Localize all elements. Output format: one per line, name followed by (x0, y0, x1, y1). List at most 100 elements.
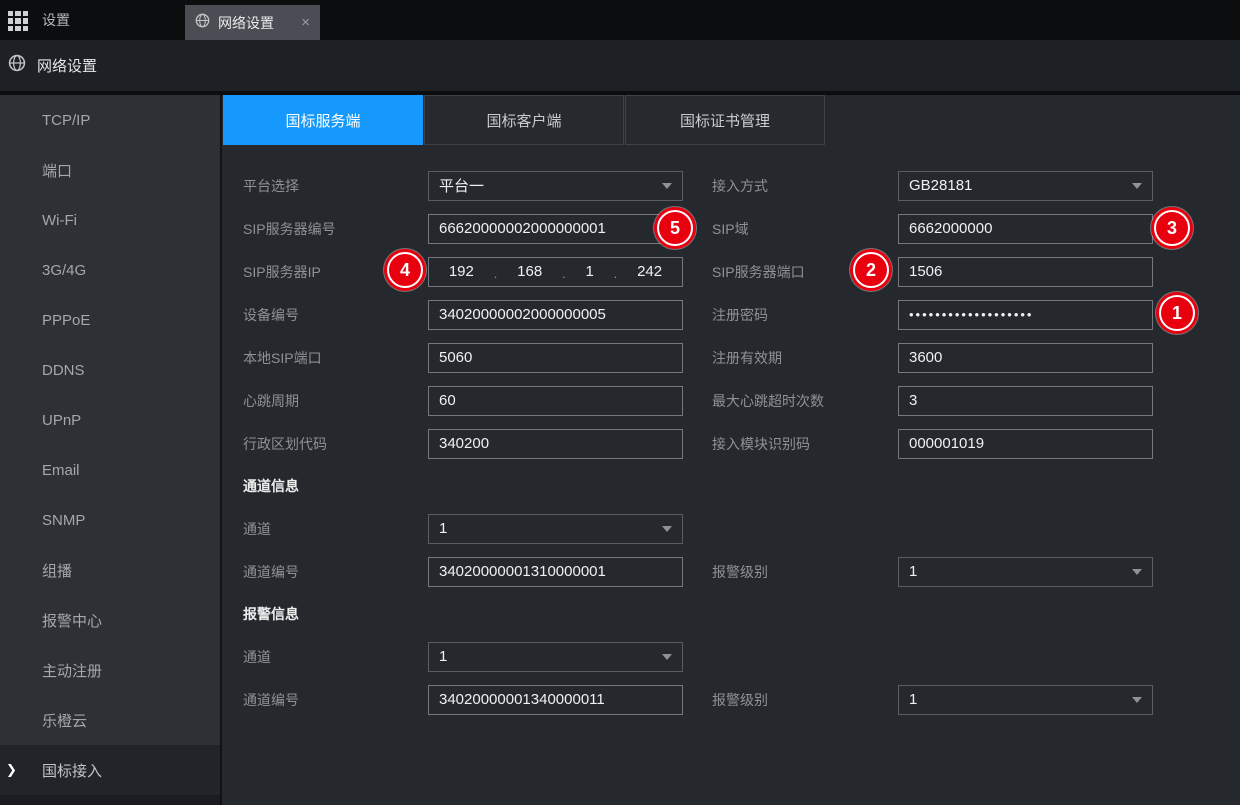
dropdown-value: 1 (439, 648, 447, 665)
sidebar-item-alarm-center[interactable]: 报警中心 (0, 595, 220, 645)
sidebar-item-upnp[interactable]: UPnP (0, 395, 220, 445)
globe-icon (195, 13, 210, 33)
dropdown-value: GB28181 (909, 177, 972, 194)
sidebar-item-email[interactable]: Email (0, 445, 220, 495)
alarm-channel-id-input[interactable] (428, 685, 683, 715)
platform-select-label: 平台选择 (243, 176, 428, 196)
section-row: 报警信息 (222, 593, 1240, 635)
sidebar-item-wifi[interactable]: Wi-Fi (0, 195, 220, 245)
tab-settings[interactable]: 设置 (42, 0, 70, 40)
alarm-level-dropdown[interactable]: 1 (898, 685, 1153, 715)
tab-network-settings[interactable]: 网络设置 × (185, 5, 320, 40)
sip-domain-label: SIP域 (712, 219, 898, 239)
sidebar-item-tcpip[interactable]: TCP/IP (0, 95, 220, 145)
platform-select-dropdown[interactable]: 平台一 (428, 171, 683, 201)
alarm-channel-label: 通道 (243, 647, 428, 667)
form-row: 通道 1 (222, 635, 1240, 678)
access-module-id-input[interactable] (898, 429, 1153, 459)
alarm-channel-dropdown[interactable]: 1 (428, 642, 683, 672)
sidebar-item-label: 3G/4G (42, 262, 86, 279)
dropdown-value: 平台一 (439, 175, 484, 196)
sidebar-item-label: PPPoE (42, 312, 90, 329)
chevron-down-icon (662, 526, 672, 532)
register-validity-input[interactable] (898, 343, 1153, 373)
admin-region-code-label: 行政区划代码 (243, 434, 428, 454)
ip-octet[interactable]: 242 (637, 263, 662, 280)
device-id-input[interactable] (428, 300, 683, 330)
annotation-badge-2: 2 (853, 252, 889, 288)
ip-separator: . (614, 266, 618, 281)
sidebar: TCP/IP 端口 Wi-Fi 3G/4G PPPoE DDNS UPnP Em… (0, 95, 222, 805)
tab-gb-client[interactable]: 国标客户端 (424, 95, 624, 145)
channel-id-label: 通道编号 (243, 562, 428, 582)
form-row: 通道编号 报警级别 1 (222, 550, 1240, 593)
tab-gb-server[interactable]: 国标服务端 (223, 95, 423, 145)
tab-settings-label: 设置 (42, 10, 70, 30)
tab-label: 国标证书管理 (680, 110, 770, 131)
register-validity-label: 注册有效期 (712, 348, 898, 368)
tab-network-settings-label: 网络设置 (218, 13, 274, 33)
sidebar-item-3g4g[interactable]: 3G/4G (0, 245, 220, 295)
max-heartbeat-timeout-label: 最大心跳超时次数 (712, 391, 898, 411)
heartbeat-period-label: 心跳周期 (243, 391, 428, 411)
section-row: 通道信息 (222, 465, 1240, 507)
form-row: 通道编号 报警级别 1 (222, 678, 1240, 721)
ip-octet[interactable]: 192 (449, 263, 474, 280)
form-row: SIP服务器编号 SIP域 (222, 207, 1240, 250)
alarm-info-section-title: 报警信息 (243, 604, 299, 624)
sidebar-item-lechange-cloud[interactable]: 乐橙云 (0, 695, 220, 745)
tab-label: 国标客户端 (486, 110, 561, 131)
sip-server-ip-input[interactable]: 192 . 168 . 1 . 242 (428, 257, 683, 287)
alarm-level-label: 报警级别 (712, 562, 898, 582)
form-row: 行政区划代码 接入模块识别码 (222, 422, 1240, 465)
local-sip-port-input[interactable] (428, 343, 683, 373)
max-heartbeat-timeout-input[interactable] (898, 386, 1153, 416)
sidebar-item-label: SNMP (42, 512, 85, 529)
alarm-level-dropdown[interactable]: 1 (898, 557, 1153, 587)
sidebar-item-auto-register[interactable]: 主动注册 (0, 645, 220, 695)
sidebar-item-snmp[interactable]: SNMP (0, 495, 220, 545)
device-id-label: 设备编号 (243, 305, 428, 325)
register-password-label: 注册密码 (712, 305, 898, 325)
close-icon[interactable]: × (301, 15, 310, 30)
sip-domain-input[interactable] (898, 214, 1153, 244)
top-tab-bar: 设置 网络设置 × (0, 0, 1240, 40)
annotation-badge-3: 3 (1154, 210, 1190, 246)
access-mode-dropdown[interactable]: GB28181 (898, 171, 1153, 201)
sidebar-item-multicast[interactable]: 组播 (0, 545, 220, 595)
sidebar-item-label: 组播 (42, 560, 72, 581)
register-password-input[interactable] (898, 300, 1153, 330)
sidebar-item-label: DDNS (42, 362, 85, 379)
app-launcher-grid-icon[interactable] (8, 11, 28, 31)
dropdown-value: 1 (439, 520, 447, 537)
sidebar-item-pppoe[interactable]: PPPoE (0, 295, 220, 345)
ip-octet[interactable]: 168 (517, 263, 542, 280)
sidebar-item-label: 主动注册 (42, 660, 102, 681)
access-mode-label: 接入方式 (712, 176, 898, 196)
chevron-down-icon (1132, 183, 1142, 189)
sidebar-item-port[interactable]: 端口 (0, 145, 220, 195)
chevron-down-icon (662, 654, 672, 660)
ip-octet[interactable]: 1 (585, 263, 593, 280)
page-header: 网络设置 (0, 40, 1240, 93)
sidebar-item-label: TCP/IP (42, 112, 90, 129)
dropdown-value: 1 (909, 563, 917, 580)
channel-dropdown[interactable]: 1 (428, 514, 683, 544)
sidebar-item-gb-access[interactable]: ❯ 国标接入 (0, 745, 220, 795)
sidebar-item-label: UPnP (42, 412, 81, 429)
local-sip-port-label: 本地SIP端口 (243, 348, 428, 368)
sip-server-port-input[interactable] (898, 257, 1153, 287)
chevron-down-icon (1132, 569, 1142, 575)
heartbeat-period-input[interactable] (428, 386, 683, 416)
alarm-level-label: 报警级别 (712, 690, 898, 710)
sip-server-id-input[interactable] (428, 214, 683, 244)
annotation-badge-5: 5 (657, 210, 693, 246)
channel-label: 通道 (243, 519, 428, 539)
sidebar-item-ddns[interactable]: DDNS (0, 345, 220, 395)
admin-region-code-input[interactable] (428, 429, 683, 459)
channel-info-section-title: 通道信息 (243, 476, 299, 496)
form-row: SIP服务器IP 192 . 168 . 1 . 242 SIP服务器端口 (222, 250, 1240, 293)
form-row: 平台选择 平台一 接入方式 GB28181 (222, 164, 1240, 207)
tab-gb-cert-manage[interactable]: 国标证书管理 (625, 95, 825, 145)
channel-id-input[interactable] (428, 557, 683, 587)
